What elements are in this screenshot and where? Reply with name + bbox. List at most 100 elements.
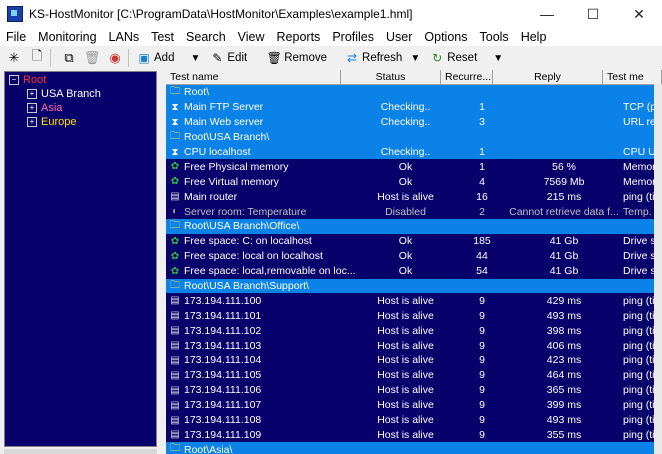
folder-row[interactable]: 🗀 Root\USA Branch\Office\ (166, 219, 662, 234)
add-dropdown-icon[interactable]: ▼ (190, 53, 200, 64)
refresh-button[interactable]: ⇄ Refresh (341, 48, 406, 68)
refresh-dropdown-icon[interactable]: ▼ (410, 53, 420, 64)
test-status: Ok (398, 175, 413, 188)
test-row[interactable]: ▤ Main router Host is alive 16 215 ms ping (t… (166, 189, 662, 205)
test-row[interactable]: ⧗ Main FTP Server Checking.. 1 TCP (po (166, 99, 662, 115)
expand-icon[interactable]: + (27, 89, 37, 99)
test-name: CPU localhost (184, 146, 251, 158)
host-icon: ▤ (170, 191, 180, 203)
tree-label-usa-branch: USA Branch (41, 88, 101, 100)
ok-status-icon: ✿ (170, 235, 180, 247)
test-recurrences: 1 (479, 101, 485, 114)
test-row[interactable]: ▤ 173.194.111.101 Host is alive 9 493 ms ping… (166, 308, 662, 324)
test-row[interactable]: ⧗ Main Web server Checking.. 3 URL req (166, 114, 662, 130)
folder-row[interactable]: 🗀 Root\USA Branch\ (166, 129, 662, 145)
trash-icon[interactable]: 🗑 (83, 49, 101, 67)
folder-row[interactable]: 🗀 Root\Asia\ (166, 442, 662, 454)
test-status: Host is alive (377, 339, 434, 352)
tree-node-europe[interactable]: + Europe (27, 116, 76, 128)
test-list[interactable]: Test name Status Recurre... Reply Test m… (166, 70, 662, 454)
close-button[interactable]: ✕ (616, 0, 662, 28)
menu-test[interactable]: Test (145, 30, 180, 44)
menu-tools[interactable]: Tools (474, 30, 515, 44)
test-reply: 355 ms (546, 428, 582, 441)
test-recurrences: 2 (479, 205, 485, 218)
reset-button[interactable]: ↻ Reset (426, 48, 481, 68)
menu-view[interactable]: View (232, 30, 271, 44)
vertical-scrollbar[interactable] (654, 84, 662, 454)
test-name: 173.194.111.103 (184, 339, 262, 352)
test-row[interactable]: ▤ 173.194.111.108 Host is alive 9 493 ms ping… (166, 412, 662, 428)
window-title: KS-HostMonitor [C:\ProgramData\HostMonit… (29, 7, 413, 21)
test-recurrences: 4 (479, 175, 485, 188)
column-test-name[interactable]: Test name (166, 70, 341, 84)
test-reply: 406 ms (546, 339, 582, 352)
menu-search[interactable]: Search (180, 30, 232, 44)
tree-node-usa-branch[interactable]: + USA Branch (27, 88, 101, 100)
minimize-button[interactable]: — (524, 0, 570, 28)
test-name: 173.194.111.101 (184, 309, 262, 322)
maximize-button[interactable]: ☐ (570, 0, 616, 28)
test-row[interactable]: ▤ 173.194.111.109 Host is alive 9 355 ms ping… (166, 427, 662, 443)
menu-user[interactable]: User (380, 30, 418, 44)
test-recurrences: 9 (479, 428, 485, 441)
remove-label: Remove (284, 52, 328, 64)
test-row[interactable]: ▤ 173.194.111.103 Host is alive 9 406 ms ping… (166, 338, 662, 354)
reset-dropdown-icon[interactable]: ▼ (493, 53, 503, 64)
test-recurrences: 3 (479, 116, 485, 129)
test-reply: 493 ms (546, 414, 582, 427)
test-status: Host is alive (377, 309, 434, 322)
test-reply: Cannot retrieve data f... (509, 205, 619, 218)
new-folder-icon[interactable]: ✳ (5, 49, 23, 67)
column-test-method[interactable]: Test me (603, 70, 662, 84)
menu-reports[interactable]: Reports (271, 30, 327, 44)
menu-help[interactable]: Help (515, 30, 553, 44)
test-row[interactable]: ✿ Free Virtual memory Ok 4 7569 Mb Memory (166, 174, 662, 190)
column-reply[interactable]: Reply (493, 70, 603, 84)
column-status[interactable]: Status (341, 70, 441, 84)
new-file-icon[interactable]: 🗋 (28, 48, 46, 67)
menu-monitoring[interactable]: Monitoring (32, 30, 102, 44)
menu-profiles[interactable]: Profiles (326, 30, 380, 44)
menu-file[interactable]: File (0, 30, 32, 44)
folder-row[interactable]: 🗀 Root\ (166, 85, 662, 100)
test-status: Checking.. (380, 116, 431, 129)
test-recurrences: 44 (476, 250, 488, 263)
test-recurrences: 185 (473, 235, 491, 248)
remove-button[interactable]: 🗑 Remove (263, 48, 331, 68)
reset-label: Reset (447, 52, 478, 64)
menu-options[interactable]: Options (418, 30, 473, 44)
test-row[interactable]: ▤ 173.194.111.106 Host is alive 9 365 ms ping… (166, 382, 662, 398)
test-recurrences: 1 (479, 146, 485, 158)
colors-icon[interactable]: ◉ (106, 49, 124, 67)
tree-node-asia[interactable]: + Asia (27, 102, 62, 114)
test-status: Host is alive (377, 190, 434, 203)
expand-icon[interactable]: + (27, 103, 37, 113)
test-row[interactable]: ✿ Free space: local,removable on loc... Ok… (166, 263, 662, 279)
column-recurrences[interactable]: Recurre... (441, 70, 493, 84)
test-row[interactable]: ▤ 173.194.111.104 Host is alive 9 423 ms ping… (166, 353, 662, 368)
edit-button[interactable]: ✎ Edit (206, 48, 251, 68)
app-icon (7, 6, 23, 22)
test-row[interactable]: ✿ Free space: C: on localhost Ok 185 41 Gb Dr… (166, 233, 662, 249)
test-row[interactable]: ▤ 173.194.111.105 Host is alive 9 464 ms ping… (166, 367, 662, 383)
ok-status-icon: ✿ (170, 250, 180, 262)
tree-node-root[interactable]: − Root (9, 74, 46, 86)
test-row[interactable]: ✿ Free space: local on localhost Ok 44 41 Gb… (166, 248, 662, 264)
test-recurrences: 9 (479, 294, 485, 307)
folder-tree[interactable]: − Root + USA Branch + Asia + Europe (4, 71, 157, 447)
collapse-icon[interactable]: − (9, 75, 19, 85)
folder-row[interactable]: 🗀 Root\USA Branch\Support\ (166, 278, 662, 294)
copy-icon[interactable]: ⧉ (60, 49, 78, 67)
test-row[interactable]: ▤ 173.194.111.107 Host is alive 9 399 ms ping… (166, 397, 662, 413)
hourglass-icon: ⧗ (171, 146, 179, 158)
test-row[interactable]: ◐ Server room: Temperature Disabled 2 Cannot… (166, 204, 662, 220)
menu-lans[interactable]: LANs (103, 30, 146, 44)
test-row[interactable]: ✿ Free Physical memory Ok 1 56 % Memory (166, 159, 662, 175)
test-row[interactable]: ⧗ CPU localhost Checking.. 1 CPU Us (166, 144, 662, 160)
test-reply: 215 ms (546, 190, 582, 203)
add-button[interactable]: ▣ Add (133, 48, 178, 68)
test-row[interactable]: ▤ 173.194.111.100 Host is alive 9 429 ms ping… (166, 293, 662, 309)
expand-icon[interactable]: + (27, 117, 37, 127)
test-row[interactable]: ▤ 173.194.111.102 Host is alive 9 398 ms ping… (166, 323, 662, 339)
